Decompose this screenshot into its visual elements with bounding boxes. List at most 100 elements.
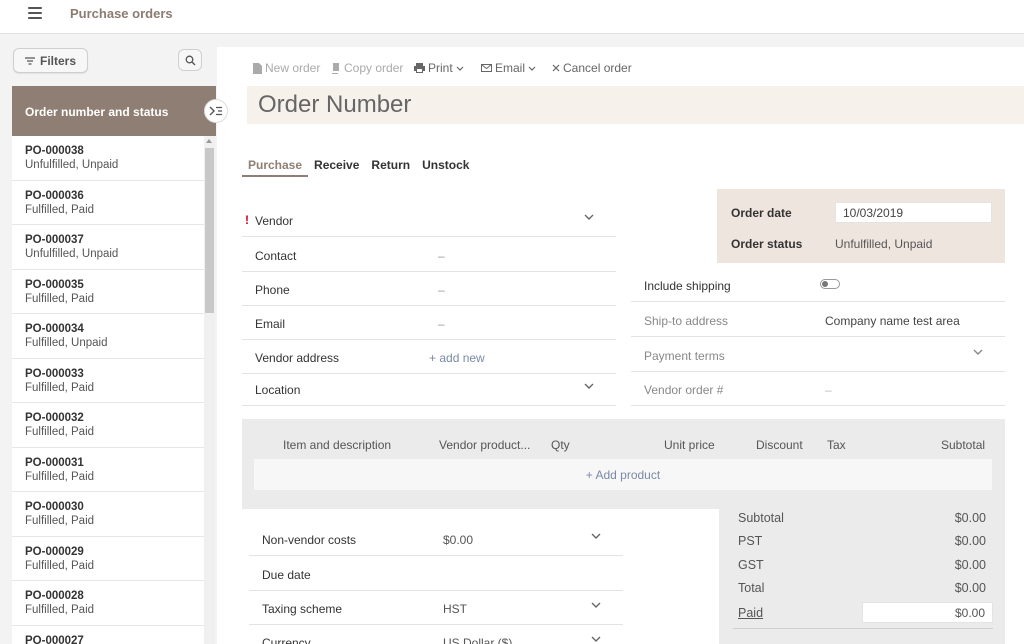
scroll-up-arrow-icon[interactable] xyxy=(206,139,212,143)
location-field[interactable]: Location xyxy=(242,372,616,406)
order-status: Fulfilled, Paid xyxy=(25,559,95,572)
email-button[interactable]: Email xyxy=(481,61,536,75)
copy-order-label: Copy order xyxy=(344,61,404,75)
taxing-scheme-row[interactable]: Taxing scheme HST xyxy=(249,591,623,625)
hamburger-menu-icon[interactable] xyxy=(28,7,42,19)
list-item[interactable]: PO-000038 Unfulfilled, Unpaid xyxy=(12,136,204,181)
phone-field[interactable]: Phone – xyxy=(242,272,616,306)
order-date-input[interactable]: 10/03/2019 xyxy=(835,202,992,223)
new-order-button[interactable]: New order xyxy=(253,61,320,75)
column-header-unit-price: Unit price xyxy=(664,438,715,452)
total-row: Total $0.00 xyxy=(719,581,1005,604)
vendor-address-label: Vendor address xyxy=(255,351,340,365)
order-number: PO-000030 xyxy=(25,501,84,513)
list-item[interactable]: PO-000032 Fulfilled, Paid xyxy=(12,403,204,448)
non-vendor-costs-row[interactable]: Non-vendor costs $0.00 xyxy=(249,522,623,556)
vendor-address-field: Vendor address + add new xyxy=(242,340,616,374)
order-status: Fulfilled, Paid xyxy=(25,426,95,438)
order-status: Fulfilled, Paid xyxy=(25,470,95,483)
list-item[interactable]: PO-000036 Fulfilled, Paid xyxy=(12,181,204,225)
list-item[interactable]: PO-000034 Fulfilled, Unpaid xyxy=(12,314,204,359)
vendor-order-row[interactable]: Vendor order # – xyxy=(631,372,1005,406)
pst-row: PST $0.00 xyxy=(719,534,1005,557)
new-order-label: New order xyxy=(265,61,321,75)
order-status-label: Order status xyxy=(731,237,803,251)
email-field[interactable]: Email – xyxy=(242,306,616,340)
order-number: PO-000032 xyxy=(25,412,84,424)
due-date-row[interactable]: Due date xyxy=(249,557,623,591)
chevron-down-icon[interactable] xyxy=(973,349,983,355)
list-item[interactable]: PO-000033 Fulfilled, Paid xyxy=(12,359,204,403)
order-number: PO-000034 xyxy=(25,323,84,335)
list-item[interactable]: PO-000028 Fulfilled, Paid xyxy=(12,581,204,626)
pst-label: PST xyxy=(738,534,763,548)
totals-panel: Subtotal $0.00 PST $0.00 GST $0.00 Total… xyxy=(719,508,1005,644)
cancel-order-button[interactable]: Cancel order xyxy=(552,61,632,75)
column-header-discount: Discount xyxy=(756,438,803,452)
list-item[interactable]: PO-000031 Fulfilled, Paid xyxy=(12,448,204,492)
tab-return[interactable]: Return xyxy=(365,158,416,177)
list-column-header[interactable]: Order number and status xyxy=(12,86,216,136)
tab-receive[interactable]: Receive xyxy=(308,158,365,177)
non-vendor-costs-value: $0.00 xyxy=(443,533,474,547)
payment-terms-row[interactable]: Payment terms xyxy=(631,338,1005,372)
paid-link[interactable]: Paid xyxy=(738,606,763,620)
list-item[interactable]: PO-000035 Fulfilled, Paid xyxy=(12,270,204,314)
vendor-order-label: Vendor order # xyxy=(644,383,724,397)
total-label: Total xyxy=(738,581,765,595)
contact-value: – xyxy=(438,249,445,263)
title-band: Order Number xyxy=(247,86,1024,124)
vendor-field[interactable]: ! Vendor xyxy=(242,203,616,237)
column-header-qty: Qty xyxy=(551,438,570,452)
print-button[interactable]: Print xyxy=(414,61,464,75)
ship-to-address-label: Ship-to address xyxy=(644,314,729,328)
order-number: PO-000028 xyxy=(25,590,84,602)
vendor-order-value: – xyxy=(825,383,832,397)
tab-purchase[interactable]: Purchase xyxy=(242,158,309,177)
scroll-thumb[interactable] xyxy=(205,148,214,313)
list-item[interactable]: PO-000029 Fulfilled, Paid xyxy=(12,537,204,581)
order-date-label: Order date xyxy=(731,206,792,220)
chevron-down-icon[interactable] xyxy=(591,533,601,539)
tab-unstock[interactable]: Unstock xyxy=(416,158,475,177)
order-list: PO-000038 Unfulfilled, Unpaid PO-000036 Ful… xyxy=(12,136,204,644)
chevron-down-icon[interactable] xyxy=(584,383,594,389)
chevron-down-icon[interactable] xyxy=(584,214,594,220)
add-product-button[interactable]: + Add product xyxy=(254,459,992,490)
currency-label: Currency xyxy=(262,636,311,644)
order-detail-panel: New order Copy order Print Email Cancel … xyxy=(217,47,1024,644)
order-status: Fulfilled, Paid xyxy=(25,381,95,394)
add-new-address-link[interactable]: + add new xyxy=(429,351,485,365)
order-status: Fulfilled, Paid xyxy=(25,203,95,216)
list-item[interactable]: PO-000037 Unfulfilled, Unpaid xyxy=(12,225,204,270)
currency-row[interactable]: Currency US Dollar ($) xyxy=(249,625,623,644)
order-number-title[interactable]: Order Number xyxy=(258,91,411,119)
toolbar: New order Copy order Print Email Cancel … xyxy=(217,47,1024,85)
chevron-down-icon[interactable] xyxy=(591,636,601,642)
contact-field[interactable]: Contact – xyxy=(242,238,616,272)
taxing-scheme-label: Taxing scheme xyxy=(262,602,343,616)
order-number: PO-000035 xyxy=(25,278,84,291)
search-button[interactable] xyxy=(178,49,202,71)
collapse-panel-button[interactable] xyxy=(204,99,228,123)
envelope-icon xyxy=(481,64,492,72)
cancel-order-label: Cancel order xyxy=(563,61,632,75)
order-number: PO-000033 xyxy=(25,367,84,380)
column-header-item: Item and description xyxy=(283,438,392,452)
close-icon xyxy=(552,64,560,72)
copy-order-button[interactable]: Copy order xyxy=(331,61,403,75)
list-item[interactable]: PO-000027 xyxy=(12,626,204,644)
include-shipping-toggle[interactable] xyxy=(820,279,840,289)
required-marker: ! xyxy=(245,213,249,227)
chevron-down-icon[interactable] xyxy=(591,602,601,608)
list-item[interactable]: PO-000030 Fulfilled, Paid xyxy=(12,492,204,537)
ship-to-address-row[interactable]: Ship-to address Company name test area xyxy=(631,303,1005,337)
currency-value: US Dollar ($) xyxy=(443,636,513,644)
filters-button[interactable]: Filters xyxy=(13,48,88,73)
paid-amount-input[interactable]: $0.00 xyxy=(862,602,993,623)
column-header-subtotal: Subtotal xyxy=(941,438,986,452)
order-number: PO-000027 xyxy=(25,634,84,644)
order-number: PO-000038 xyxy=(25,145,84,157)
order-status: Fulfilled, Paid xyxy=(25,515,95,527)
order-list-scrollbar[interactable] xyxy=(204,136,215,644)
